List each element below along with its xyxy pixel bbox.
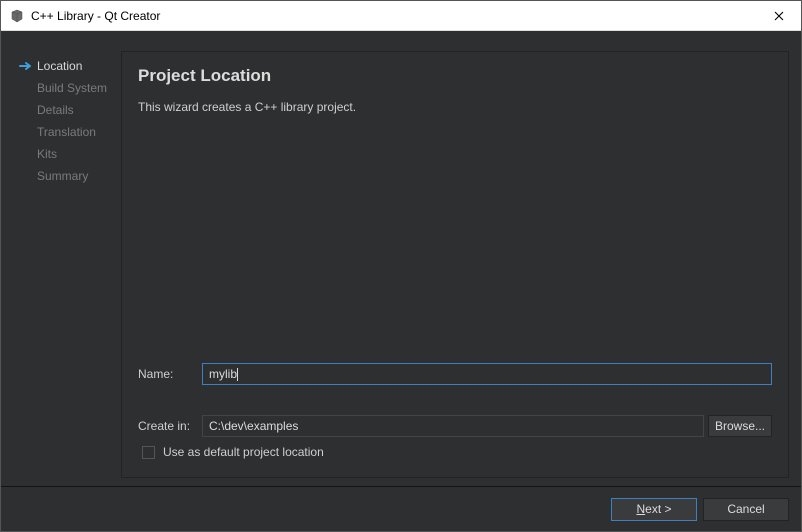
browse-button-label: Browse... — [715, 419, 765, 433]
wizard-steps-sidebar: Location Build System Details Translatio… — [13, 51, 121, 478]
step-summary: Summary — [13, 165, 121, 187]
default-location-label: Use as default project location — [163, 445, 324, 459]
close-button[interactable] — [756, 1, 801, 30]
step-build-system: Build System — [13, 77, 121, 99]
createin-row: Create in: C:\dev\examples Browse... — [138, 415, 772, 437]
browse-button[interactable]: Browse... — [708, 415, 772, 437]
page-title: Project Location — [138, 66, 772, 86]
app-icon — [9, 8, 25, 24]
name-row: Name: mylib — [138, 363, 772, 385]
default-location-checkbox[interactable] — [142, 446, 155, 459]
next-button[interactable]: Next > — [611, 498, 697, 521]
step-label: Location — [37, 59, 82, 73]
default-location-row: Use as default project location — [138, 445, 772, 459]
createin-input[interactable]: C:\dev\examples — [202, 415, 704, 437]
wizard-window: C++ Library - Qt Creator Location Buil — [0, 0, 802, 532]
name-input-value: mylib — [209, 367, 237, 381]
createin-input-value: C:\dev\examples — [209, 419, 298, 433]
step-translation: Translation — [13, 121, 121, 143]
next-button-label: Next > — [636, 502, 671, 516]
step-details: Details — [13, 99, 121, 121]
page-description: This wizard creates a C++ library projec… — [138, 100, 772, 114]
cancel-button[interactable]: Cancel — [703, 498, 789, 521]
step-label: Details — [19, 103, 74, 117]
main-area: Location Build System Details Translatio… — [1, 31, 801, 486]
name-label: Name: — [138, 367, 202, 381]
cancel-button-label: Cancel — [727, 502, 764, 516]
form-area: Name: mylib Create in: C:\dev\examples B… — [138, 363, 772, 461]
step-label: Kits — [19, 147, 57, 161]
step-label: Summary — [19, 169, 88, 183]
step-label: Build System — [19, 81, 107, 95]
window-title: C++ Library - Qt Creator — [31, 9, 160, 23]
content-area: Location Build System Details Translatio… — [1, 31, 801, 531]
arrow-right-icon — [19, 61, 37, 71]
titlebar: C++ Library - Qt Creator — [1, 1, 801, 31]
main-panel: Project Location This wizard creates a C… — [121, 51, 789, 478]
createin-label: Create in: — [138, 419, 202, 433]
name-input[interactable]: mylib — [202, 363, 772, 385]
step-label: Translation — [19, 125, 96, 139]
button-bar: Next > Cancel — [1, 487, 801, 531]
step-kits: Kits — [13, 143, 121, 165]
text-caret — [237, 368, 238, 381]
step-location[interactable]: Location — [13, 55, 121, 77]
